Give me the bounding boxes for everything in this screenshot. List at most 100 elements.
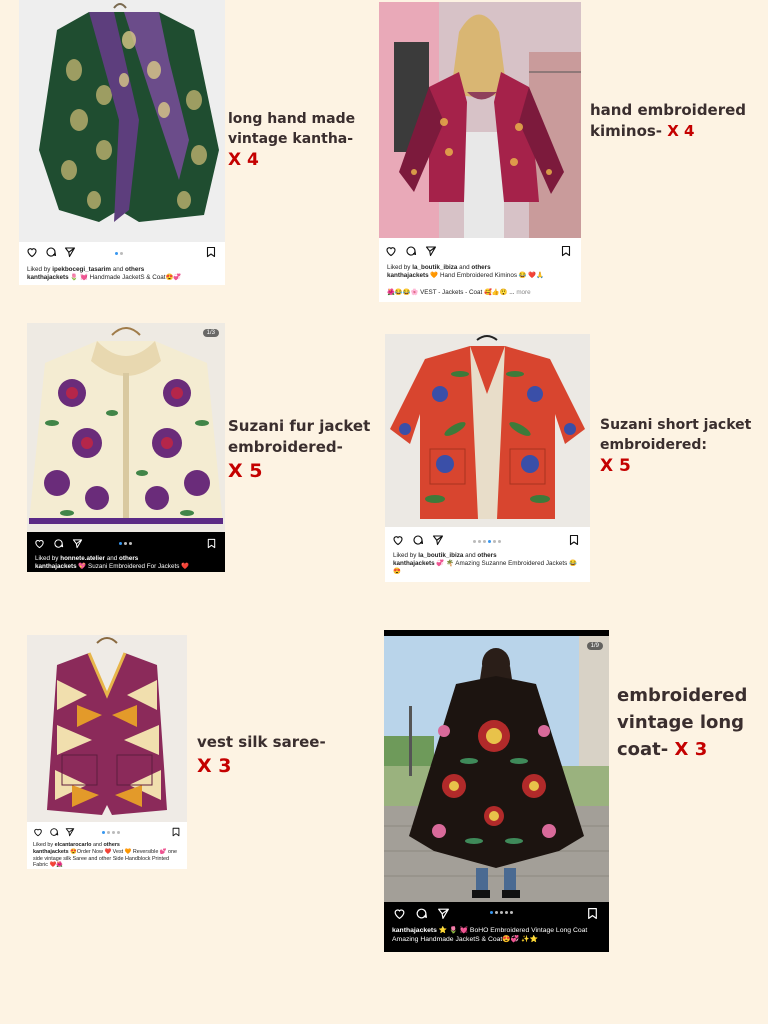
post-action-bar <box>379 245 581 261</box>
bookmark-icon[interactable] <box>171 827 181 837</box>
quantity-text: X 3 <box>197 755 232 777</box>
instagram-post-long-coat: 1/9 kanthajackets ⭐ 🌷 💓 BoHO Embroidered… <box>384 630 609 952</box>
bookmark-icon[interactable] <box>205 246 217 258</box>
bookmark-icon[interactable] <box>560 245 572 257</box>
post-photo[interactable]: 1/3 <box>27 323 225 532</box>
share-icon[interactable] <box>425 245 437 257</box>
comment-icon[interactable] <box>415 907 428 920</box>
post-handle-link[interactable]: kanthajackets <box>27 274 69 281</box>
liked-others-link[interactable]: others <box>471 264 490 271</box>
liked-others-link[interactable]: others <box>125 266 144 273</box>
kimono-image <box>379 2 581 238</box>
label-line: hand embroidered <box>590 101 747 119</box>
liked-and: and <box>465 552 476 559</box>
kantha-coat-image <box>19 0 225 242</box>
label-line: vintage long <box>617 712 745 733</box>
quantity-text: X 5 <box>228 460 263 482</box>
post-caption: kanthajackets 💞 🌴 Amazing Suzanne Embroi… <box>393 560 584 576</box>
item-label-vest: vest silk saree- X 3 <box>197 732 326 780</box>
post-caption: kanthajackets 😍Order Now ❤️ Vest 🧡 Rever… <box>33 849 181 869</box>
suzani-short-jacket-image <box>385 334 590 527</box>
instagram-post-kantha-coat: Liked by ipekbocegi_tasarim and others k… <box>19 0 225 285</box>
liked-others-link[interactable]: others <box>119 555 138 562</box>
label-line: Suzani fur jacket <box>228 417 371 435</box>
suzani-fur-jacket-image <box>27 323 225 532</box>
liked-others-link[interactable]: others <box>103 842 119 848</box>
post-caption-2: 🌺😂😂🌸 VEST - Jackets - Coat 🥰👍😲 ... more <box>387 289 575 297</box>
post-photo[interactable] <box>379 2 581 238</box>
heart-icon[interactable] <box>34 538 45 549</box>
item-label-suzani-fur: Suzani fur jacket embroidered- X 5 <box>228 416 370 485</box>
long-coat-image <box>384 636 609 902</box>
liked-user-link[interactable]: la_boutik_ibiza <box>418 552 463 559</box>
instagram-post-vest: Liked by elcantarocarlo and others kanth… <box>27 635 187 869</box>
post-caption: kanthajackets 🧡 Hand Embroidered Kiminos… <box>387 272 575 280</box>
share-icon[interactable] <box>64 246 76 258</box>
post-likes: Liked by la_boutik_ibiza and others <box>387 264 575 272</box>
label-line: long hand made <box>228 111 356 127</box>
post-handle-link[interactable]: kanthajackets <box>35 563 77 570</box>
post-action-bar <box>19 246 225 262</box>
comment-icon[interactable] <box>45 246 57 258</box>
carousel-counter: 1/3 <box>202 329 219 337</box>
bookmark-icon[interactable] <box>586 907 599 920</box>
liked-and: and <box>112 266 124 273</box>
instagram-post-suzani-short: Liked by la_boutik_ibiza and others kant… <box>385 334 590 582</box>
quantity-text: X 5 <box>600 456 631 477</box>
liked-user-link[interactable]: elcantarocarlo <box>55 842 92 848</box>
liked-and: and <box>92 842 102 848</box>
liked-prefix: Liked by <box>393 552 417 559</box>
share-icon[interactable] <box>432 534 444 546</box>
post-handle-link[interactable]: kanthajackets <box>393 560 435 567</box>
instagram-post-suzani-fur: 1/3 Liked by honnete.atelier and others … <box>27 323 225 572</box>
liked-prefix: Liked by <box>33 842 54 848</box>
quantity-text: X 4 <box>228 150 259 171</box>
comment-icon[interactable] <box>412 534 424 546</box>
share-icon[interactable] <box>437 907 450 920</box>
post-handle-link[interactable]: kanthajackets <box>392 927 437 934</box>
liked-and: and <box>459 264 470 271</box>
liked-user-link[interactable]: ipekbocegi_tasarim <box>52 266 111 273</box>
caption-text: 🌷 💓 Handmade JacketS & Coat😍💞 <box>70 274 182 281</box>
post-photo[interactable] <box>27 635 187 822</box>
liked-user-link[interactable]: la_boutik_ibiza <box>412 264 457 271</box>
label-line: embroidered: <box>600 436 707 453</box>
post-action-bar <box>385 534 590 550</box>
label-line: embroidered <box>617 685 748 706</box>
share-icon[interactable] <box>72 538 83 549</box>
label-line: embroidered- <box>228 438 343 456</box>
instagram-post-kimono: Liked by la_boutik_ibiza and others kant… <box>379 2 581 302</box>
post-likes: Liked by la_boutik_ibiza and others <box>393 552 584 560</box>
post-caption: kanthajackets 🌷 💓 Handmade JacketS & Coa… <box>27 274 219 282</box>
post-photo[interactable] <box>19 0 225 242</box>
heart-icon[interactable] <box>392 534 404 546</box>
heart-icon[interactable] <box>385 245 397 257</box>
comment-icon[interactable] <box>53 538 64 549</box>
liked-user-link[interactable]: honnete.atelier <box>60 555 105 562</box>
bookmark-icon[interactable] <box>206 538 217 549</box>
post-caption: kanthajackets ⭐ 🌷 💓 BoHO Embroidered Vin… <box>392 927 603 944</box>
heart-icon[interactable] <box>393 907 406 920</box>
comment-icon[interactable] <box>49 827 59 837</box>
quantity-text: X 4 <box>667 122 695 140</box>
post-photo[interactable] <box>385 334 590 527</box>
liked-others-link[interactable]: others <box>477 552 496 559</box>
quantity-text: X 3 <box>674 739 708 760</box>
more-link[interactable]: more <box>516 289 530 296</box>
liked-prefix: Liked by <box>387 264 411 271</box>
comment-icon[interactable] <box>405 245 417 257</box>
label-line: coat- <box>617 739 669 760</box>
heart-icon[interactable] <box>33 827 43 837</box>
label-line: vintage kantha- <box>228 130 354 147</box>
post-handle-link[interactable]: kanthajackets <box>33 849 69 855</box>
post-photo[interactable]: 1/9 <box>384 636 609 902</box>
share-icon[interactable] <box>65 827 75 837</box>
post-handle-link[interactable]: kanthajackets <box>387 272 429 279</box>
item-label-kantha: long hand made vintage kantha- X 4 <box>228 110 355 173</box>
carousel-counter: 1/9 <box>586 642 603 650</box>
heart-icon[interactable] <box>26 246 38 258</box>
bookmark-icon[interactable] <box>568 534 580 546</box>
post-action-bar <box>384 907 609 923</box>
post-likes: Liked by ipekbocegi_tasarim and others <box>27 266 219 274</box>
liked-prefix: Liked by <box>27 266 51 273</box>
